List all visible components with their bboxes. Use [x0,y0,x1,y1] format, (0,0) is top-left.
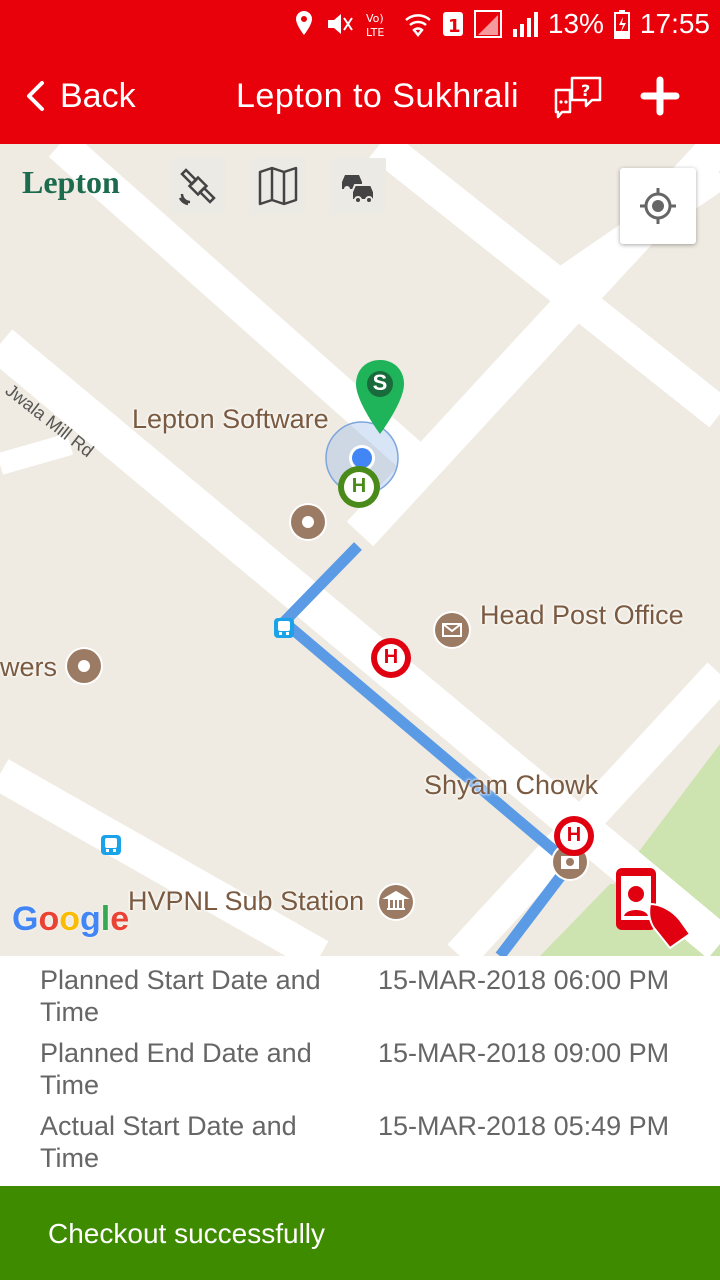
svg-text:?: ? [581,81,590,100]
chevron-left-icon [27,81,44,111]
clock: 17:55 [639,8,710,39]
label-shyam-chowk: Shyam Chowk [424,770,599,800]
pending-stop-marker[interactable]: H [552,814,596,858]
wifi-icon [405,14,431,38]
visited-stop-label: H [351,475,367,497]
signal-bars-icon [512,12,538,37]
detail-label: Planned End Date and Time [40,1038,312,1100]
satellite-icon [178,168,216,206]
contact-phone-button[interactable] [610,864,694,952]
visited-stop-marker[interactable]: H [336,464,382,510]
chat-question-icon: ? [554,76,602,119]
crosshair-icon [640,188,676,224]
pending-stop-label: H [566,824,582,846]
battery-charging-icon [613,10,630,39]
google-watermark: Google [12,900,130,938]
svg-text:Vo): Vo) [366,12,384,25]
detail-value: 15-MAR-2018 05:49 PM [378,1111,670,1141]
traffic-cars-icon [342,175,375,204]
location-icon [295,11,312,35]
place-poi-icon[interactable] [64,646,104,686]
label-head-post-office: Head Post Office [480,600,684,630]
building-poi-icon[interactable] [376,882,416,922]
app-bar: Back Lepton to Sukhrali ? [0,48,720,144]
back-label: Back [60,76,136,115]
map-icon [258,166,298,206]
snackbar-message: Checkout successfully [48,1218,326,1249]
plus-icon [640,76,680,116]
place-poi-icon[interactable] [288,502,328,542]
map-view[interactable]: Lepton Jwala Mill Rd Lepton Software Hea… [0,144,720,956]
logo-text: Lepton [22,164,120,200]
map-view-button[interactable] [250,158,306,214]
signal-icon [473,10,502,38]
status-bar: Vo) LTE 1 13% 17:55 [0,0,720,48]
svg-text:LTE: LTE [366,26,384,39]
battery-percent: 13% [547,8,604,39]
label-lepton-software: Lepton Software [132,404,329,434]
label-towers: wers [0,652,58,682]
detail-value: 15-MAR-2018 09:00 PM [378,1038,670,1068]
add-button[interactable] [636,72,684,120]
lepton-logo: Lepton [22,164,120,201]
pending-stop-label: H [383,646,399,668]
bus-stop-icon[interactable] [100,834,122,856]
bus-stop-icon[interactable] [273,617,295,639]
label-hvpnl-sub-station: HVPNL Sub Station [128,886,365,916]
detail-label: Planned Start Date and Time [40,965,321,1027]
post-office-icon[interactable] [432,610,472,650]
pending-stop-marker[interactable]: H [369,636,413,680]
back-button[interactable]: Back [24,48,136,144]
page-title: Lepton to Sukhrali [236,76,520,115]
start-marker[interactable]: S [354,358,406,436]
traffic-view-button[interactable] [330,158,386,214]
svg-text:1: 1 [448,16,461,37]
detail-value: 15-MAR-2018 06:00 PM [378,965,670,995]
my-location-button[interactable] [620,168,696,244]
sim1-icon: 1 [442,12,463,37]
satellite-view-button[interactable] [170,158,226,214]
mute-icon [327,14,353,34]
help-chat-button[interactable]: ? [552,72,604,120]
volte-icon: Vo)LTE [366,12,384,39]
trip-details: Planned Start Date and Time 15-MAR-2018 … [0,956,720,1186]
start-marker-label: S [372,370,388,395]
detail-label: Actual Start Date and Time [40,1111,297,1173]
snackbar: Checkout successfully [0,1186,720,1280]
